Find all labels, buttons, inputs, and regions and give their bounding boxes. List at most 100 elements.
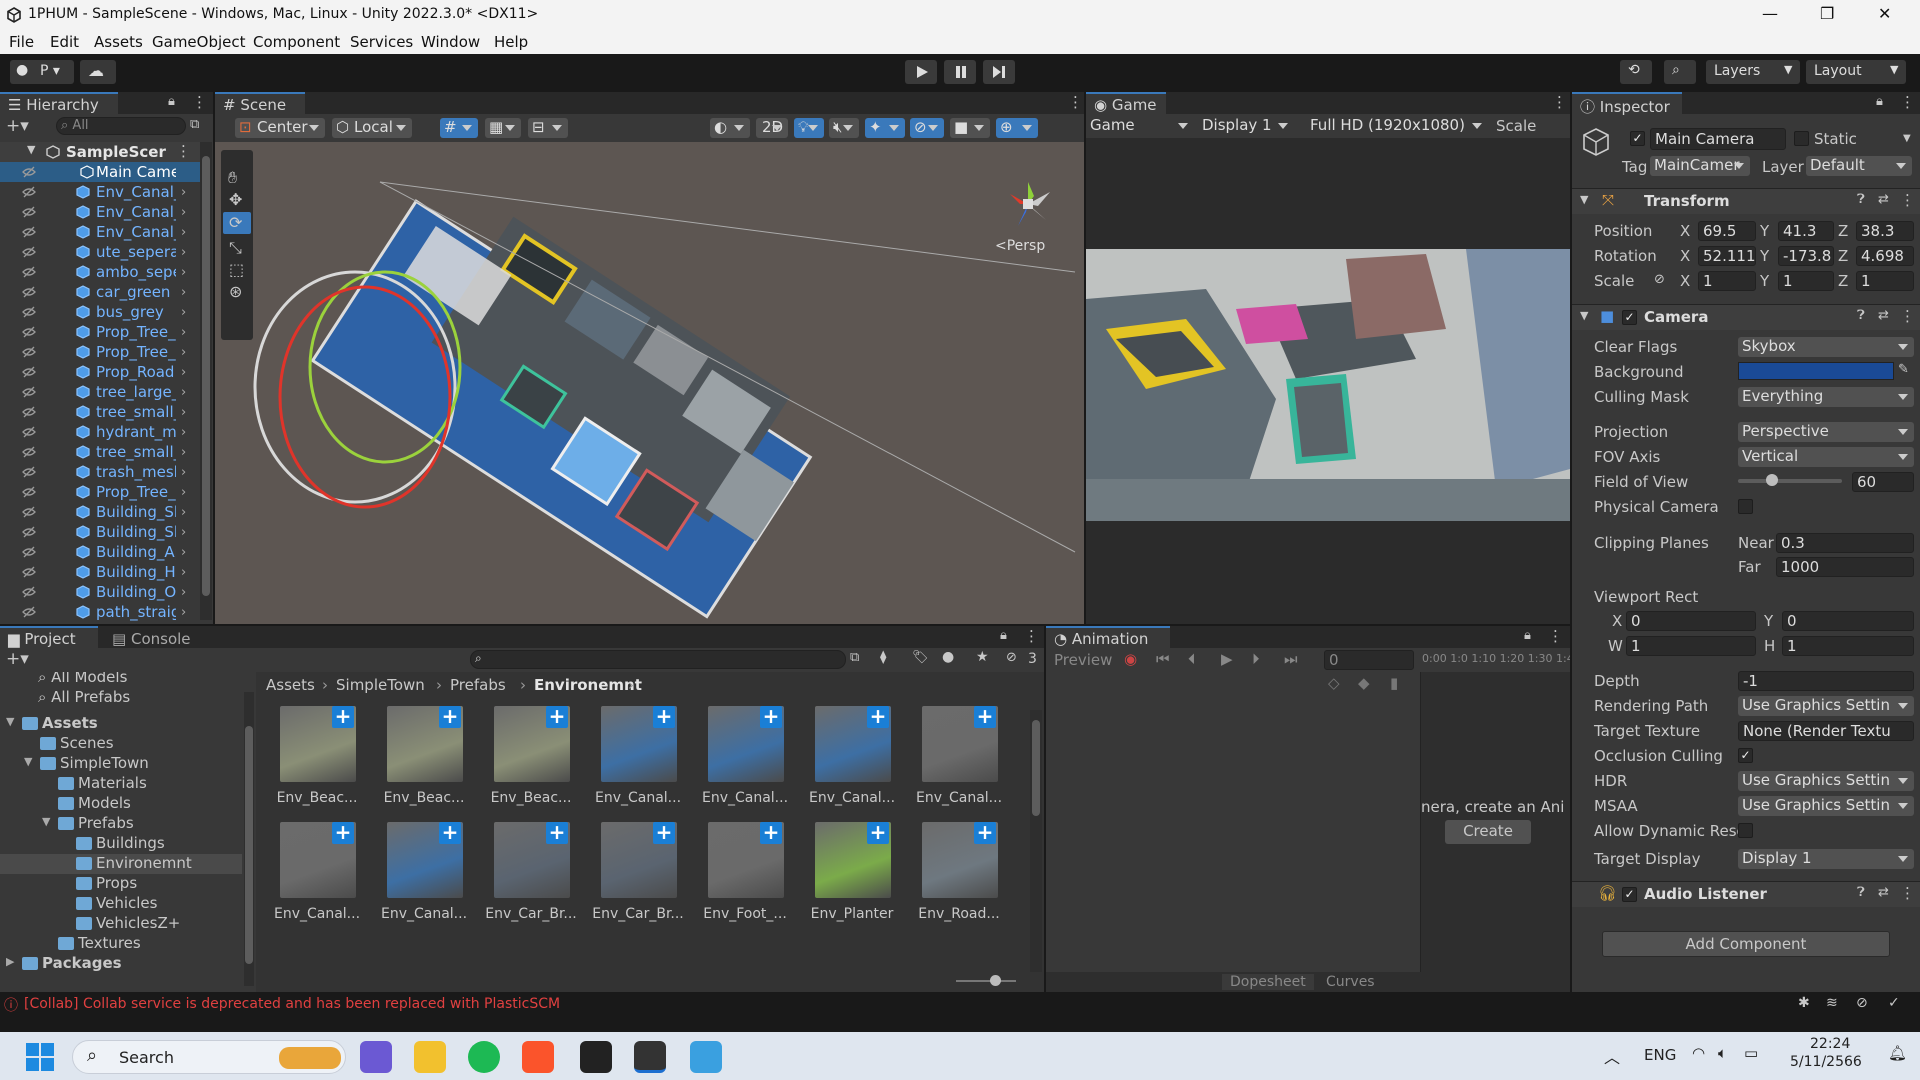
taskbar-search[interactable]: ⌕ Search	[72, 1040, 346, 1074]
presets-icon[interactable]: ⇄	[1878, 192, 1889, 207]
chevron-right-icon[interactable]: ›	[181, 465, 186, 480]
tab-project[interactable]: ▆ Project	[0, 626, 98, 648]
rendering-path-dropdown[interactable]: Use Graphics Settin	[1738, 696, 1914, 716]
next-key-icon[interactable]: ⏵	[1252, 650, 1260, 668]
hierarchy-item[interactable]: ute_sepera ›	[0, 242, 200, 262]
visibility-icon[interactable]	[22, 426, 36, 438]
chevron-right-icon[interactable]: ›	[181, 185, 186, 200]
record-icon[interactable]: ◉	[1124, 650, 1137, 668]
visibility-icon[interactable]	[22, 326, 36, 338]
visibility-icon[interactable]	[22, 546, 36, 558]
minimize-button[interactable]: —	[1762, 4, 1778, 23]
chevron-right-icon[interactable]: ›	[181, 445, 186, 460]
audio-toggle[interactable]: 🔇︎	[829, 118, 859, 138]
rotation-z-input[interactable]: 4.698	[1856, 246, 1914, 266]
hidden-packages-icon[interactable]: ⊘	[1006, 650, 1017, 665]
control-panel-icon[interactable]	[690, 1041, 722, 1073]
folder-tree-item[interactable]: ▼ SimpleTown	[0, 754, 242, 774]
visibility-icon[interactable]	[22, 366, 36, 378]
breadcrumb-assets[interactable]: Assets	[266, 676, 315, 694]
tab-inspector[interactable]: ⓘ Inspector	[1572, 92, 1682, 116]
lock-icon[interactable]: 🔒︎	[1524, 628, 1531, 643]
animation-ruler[interactable]: 0:00 1:0 1:10 1:20 1:30 1:40 1:5	[1420, 648, 1570, 672]
visibility-icon[interactable]	[22, 166, 36, 178]
more-menu-icon[interactable]: ⋮	[1900, 93, 1915, 111]
rotate-tool-button[interactable]: ⟳	[223, 212, 251, 234]
asset-item[interactable]: + Env_Canal...	[583, 704, 681, 814]
asset-item[interactable]: + Env_Car_Br...	[583, 820, 684, 930]
folder-tree-item[interactable]: ▼ Assets	[0, 714, 242, 734]
fov-slider[interactable]	[1738, 474, 1842, 486]
presets-icon[interactable]: ⇄	[1878, 308, 1889, 323]
folder-tree-item[interactable]: VehiclesZ+	[0, 914, 242, 934]
visibility-toggle[interactable]: ⊘	[910, 118, 944, 138]
more-menu-icon[interactable]: ⋮	[1900, 191, 1915, 209]
eyedropper-icon[interactable]: ✎	[1898, 362, 1909, 377]
projection-dropdown[interactable]: Perspective	[1738, 422, 1914, 442]
layer-dropdown[interactable]: Default	[1806, 156, 1912, 176]
hierarchy-item[interactable]: Building_Sl ›	[0, 522, 200, 542]
close-button[interactable]: ✕	[1878, 4, 1891, 23]
asset-item[interactable]: + Env_Road...	[904, 820, 1000, 930]
visibility-icon[interactable]	[22, 246, 36, 258]
chevron-right-icon[interactable]: ›	[181, 285, 186, 300]
expand-arrow-icon[interactable]: ▼	[27, 143, 35, 156]
progress-check-icon[interactable]: ✓	[1888, 995, 1900, 1011]
visibility-icon[interactable]	[22, 566, 36, 578]
folder-tree-item[interactable]: ▶ Packages	[0, 954, 242, 974]
tab-hierarchy[interactable]: ☰ Hierarchy	[0, 92, 118, 114]
folder-tree-item[interactable]: ▼ Prefabs	[0, 814, 242, 834]
static-checkbox[interactable]	[1794, 131, 1809, 146]
chevron-right-icon[interactable]: ›	[181, 505, 186, 520]
hierarchy-item[interactable]: Env_Canal_ ›	[0, 182, 200, 202]
status-message[interactable]: [Collab] Collab service is deprecated an…	[24, 996, 560, 1012]
breadcrumb-prefabs[interactable]: Prefabs	[450, 676, 506, 694]
project-search-input[interactable]: ⌕	[470, 650, 846, 669]
resolution-dropdown[interactable]: Full HD (1920x1080)	[1306, 116, 1488, 136]
asset-item[interactable]: + Env_Planter	[797, 820, 893, 930]
scrollbar-thumb[interactable]	[202, 156, 210, 596]
start-button[interactable]	[24, 1041, 56, 1073]
visibility-icon[interactable]	[22, 406, 36, 418]
chevron-right-icon[interactable]: ›	[181, 565, 186, 580]
hierarchy-item[interactable]: trash_mesh ›	[0, 462, 200, 482]
history-button[interactable]: ⟲	[1620, 60, 1652, 84]
more-menu-icon[interactable]: ⋮	[1024, 627, 1039, 645]
chevron-right-icon[interactable]: ›	[181, 585, 186, 600]
notification-bell-icon[interactable]: 🔔︎	[1888, 1044, 1907, 1062]
menu-help[interactable]: Help	[494, 33, 528, 51]
hierarchy-item[interactable]: Prop_Tree_ ›	[0, 482, 200, 502]
mode-2d-button[interactable]: 2D	[756, 118, 788, 138]
prev-key-icon[interactable]: ⏴	[1188, 650, 1196, 668]
camera-header[interactable]: ▼ ■ ✓ Camera ❓︎ ⇄ ⋮	[1572, 304, 1920, 330]
asset-item[interactable]: + Env_Beac...	[369, 704, 465, 814]
thumbnail-size-slider[interactable]	[956, 975, 1016, 986]
space-dropdown[interactable]: ⬡ Local	[332, 118, 412, 138]
language-indicator[interactable]: ENG	[1644, 1046, 1676, 1064]
menu-assets[interactable]: Assets	[94, 33, 143, 51]
viewport-h-input[interactable]: 1	[1782, 636, 1914, 656]
chevron-right-icon[interactable]: ›	[181, 405, 186, 420]
chevron-right-icon[interactable]: ›	[181, 325, 186, 340]
gizmos-dropdown[interactable]: ⊕	[996, 118, 1038, 138]
hierarchy-item[interactable]: Env_Canal_ ›	[0, 222, 200, 242]
folder-tree-item[interactable]: Scenes	[0, 734, 242, 754]
game-viewport[interactable]	[1086, 249, 1570, 521]
snap-increment-dropdown[interactable]: ▦	[485, 118, 521, 138]
target-display-dropdown[interactable]: Display 1	[1738, 849, 1914, 869]
add-keyframe-icon[interactable]: ◆	[1358, 674, 1370, 692]
asset-item[interactable]: + Env_Car_Br...	[476, 820, 577, 930]
asset-item[interactable]: + Env_Canal...	[369, 820, 467, 930]
scale-z-input[interactable]: 1	[1856, 271, 1914, 291]
camera-enabled-checkbox[interactable]: ✓	[1622, 310, 1637, 325]
chevron-right-icon[interactable]: ›	[181, 225, 186, 240]
visibility-icon[interactable]	[22, 206, 36, 218]
scene-viewport[interactable]: <Persp ✋︎ ✥ ⟳ ⤡ ⬚ ⊛	[215, 142, 1084, 624]
chevron-right-icon[interactable]: ›	[181, 365, 186, 380]
thumbnail-size-thumb[interactable]	[990, 975, 1001, 986]
clock-time[interactable]: 22:24	[1810, 1036, 1850, 1052]
rotation-y-input[interactable]: -173.8	[1778, 246, 1834, 266]
occlusion-checkbox[interactable]: ✓	[1738, 748, 1753, 763]
hierarchy-item[interactable]: hydrant_me ›	[0, 422, 200, 442]
scrollbar-thumb[interactable]	[1032, 720, 1040, 816]
